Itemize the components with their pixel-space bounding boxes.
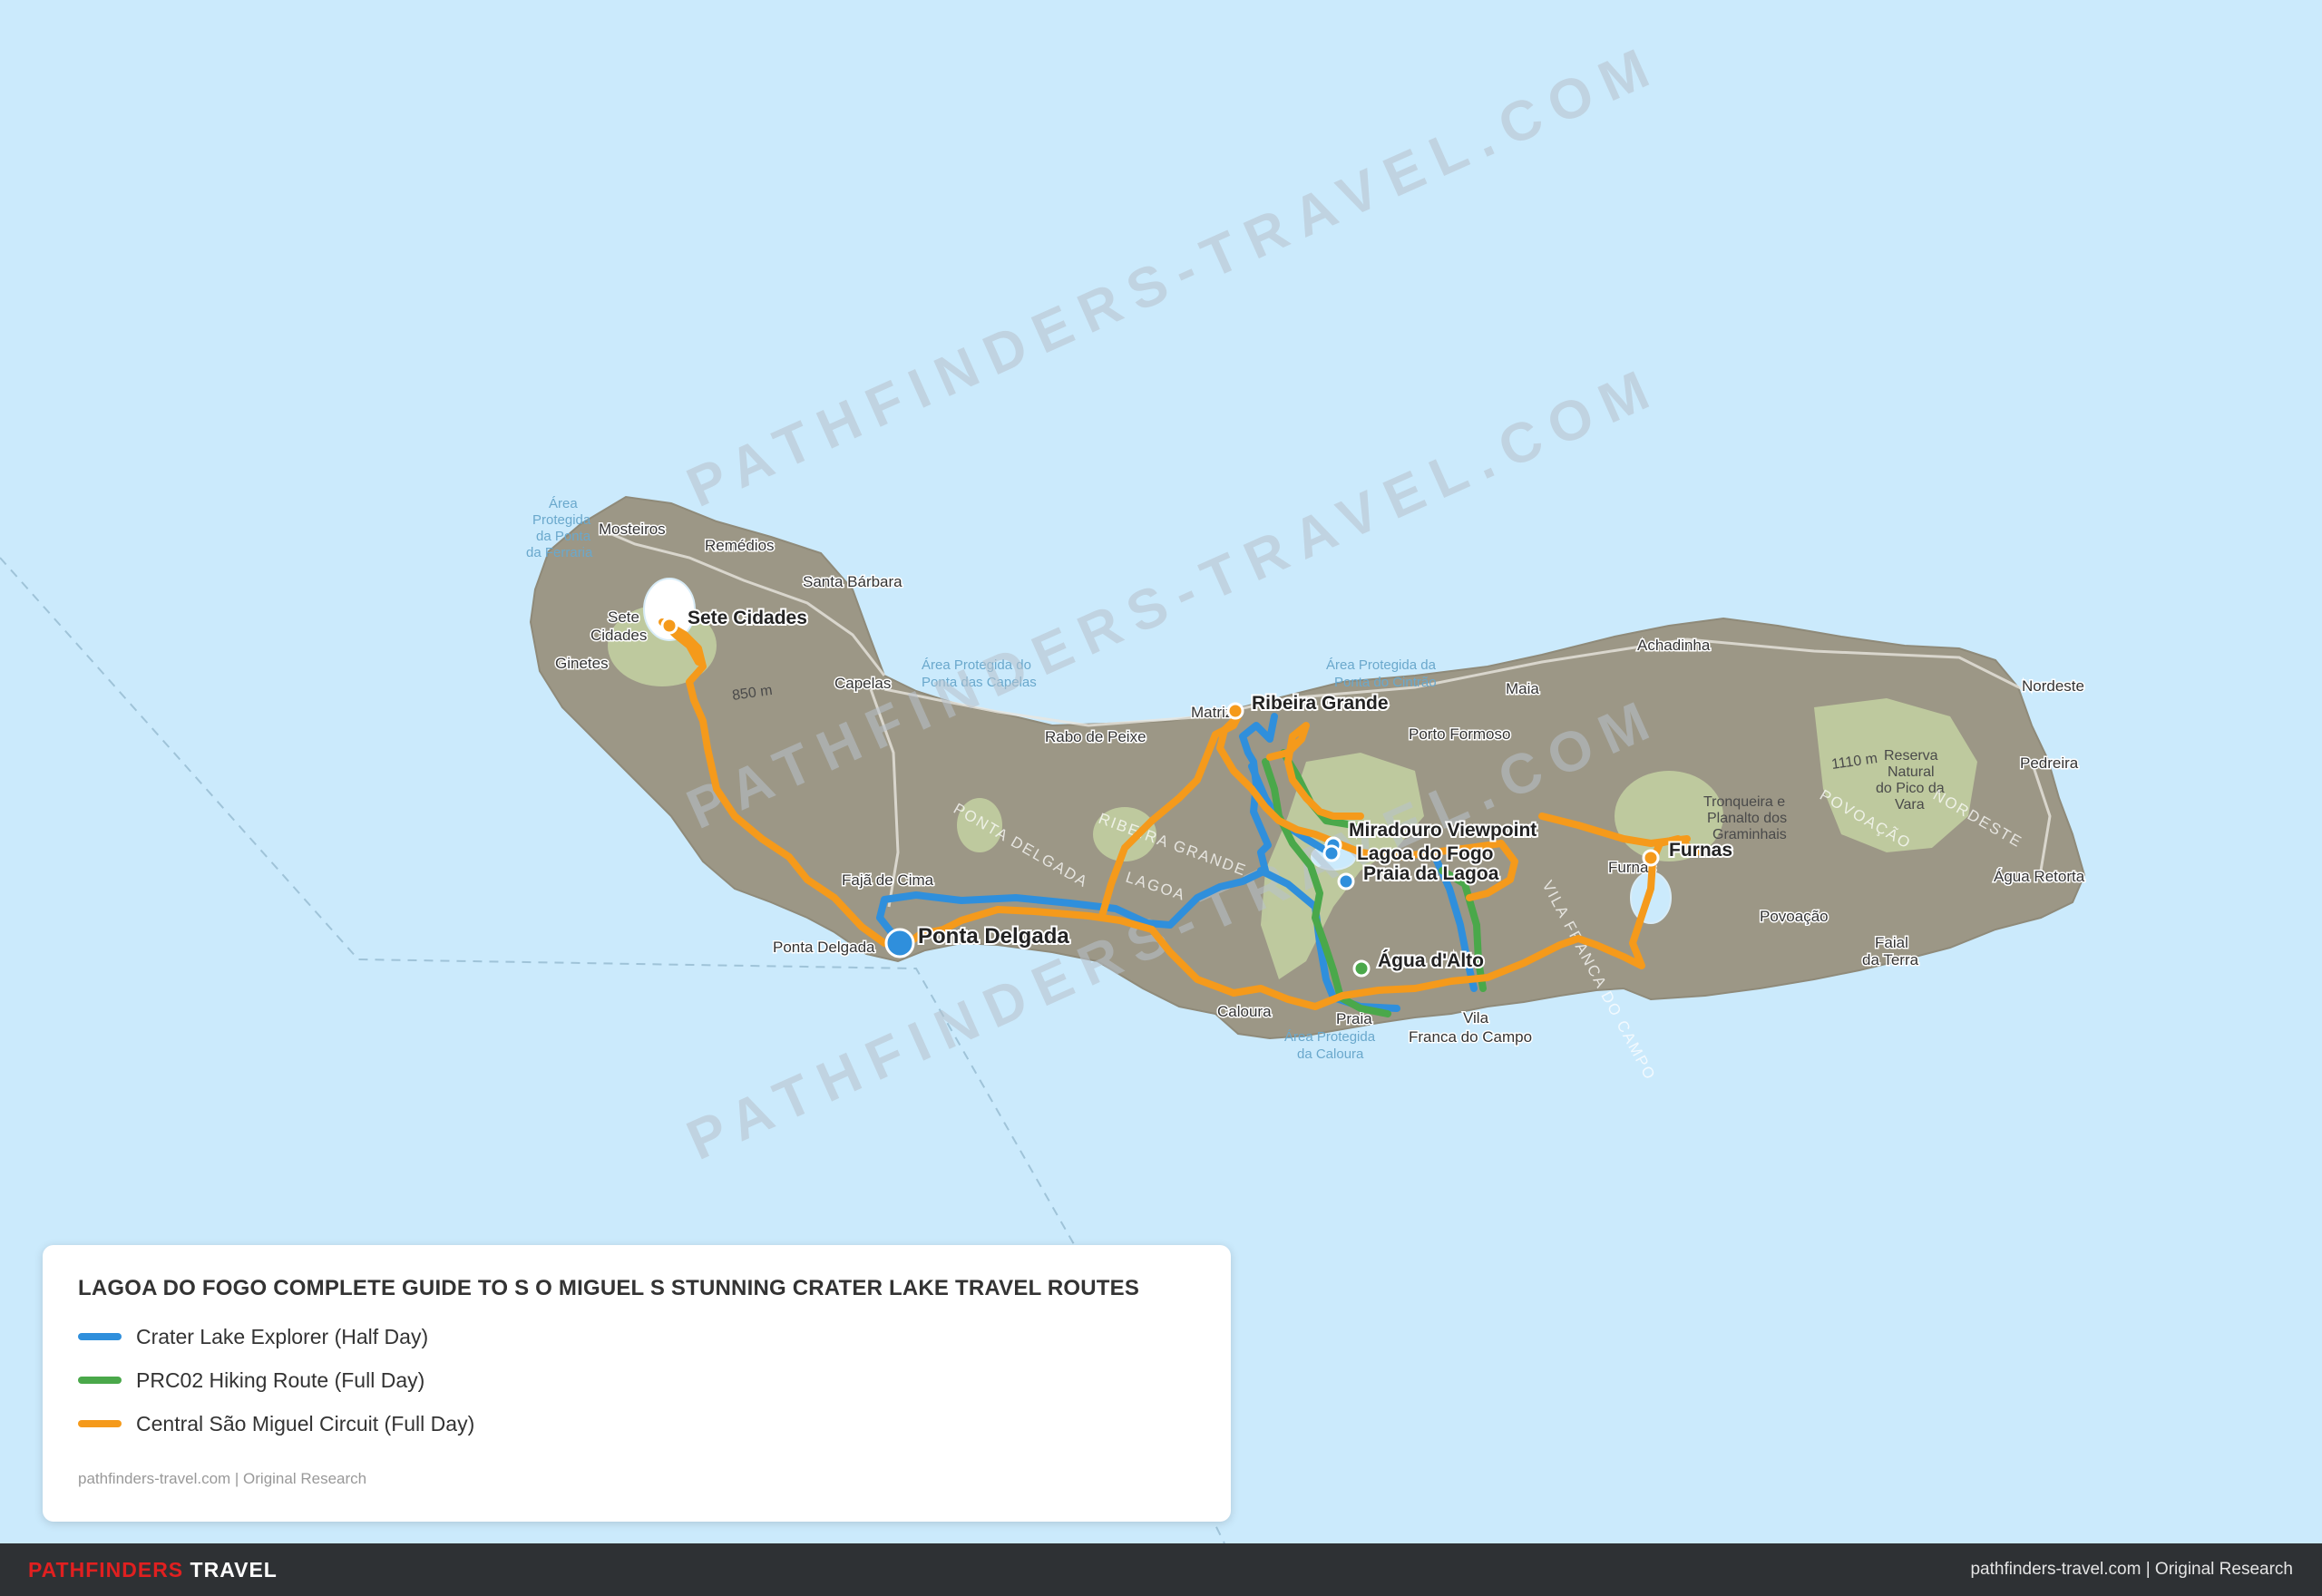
stop-marker[interactable] [660,617,678,635]
legend-swatch-green [78,1377,122,1384]
legend-item-crater-lake-explorer[interactable]: Crater Lake Explorer (Half Day) [78,1322,428,1351]
basemap-label: Vila [1463,1009,1489,1027]
basemap-label: Protegida [532,512,591,528]
basemap-label: Santa Bárbara [803,573,902,590]
basemap-label: Matriz [1191,704,1233,721]
basemap-label: Faial [1875,934,1908,951]
basemap-label: da Ferraria [526,545,593,560]
basemap-label: da Ponta [536,529,591,544]
brand-word-white: TRAVEL [190,1558,278,1581]
basemap-label: Área Protegida [1284,1029,1376,1045]
legend: LAGOA DO FOGO COMPLETE GUIDE TO S O MIGU… [43,1245,1231,1522]
legend-source: pathfinders-travel.com | Original Resear… [78,1470,367,1487]
stop-label: Lagoa do Fogo [1357,843,1493,864]
legend-label: Central São Miguel Circuit (Full Day) [136,1411,475,1435]
basemap-label: Cidades [590,627,647,644]
legend-title: LAGOA DO FOGO COMPLETE GUIDE TO S O MIGU… [78,1276,1140,1300]
footer-credit: pathfinders-travel.com | Original Resear… [1970,1560,2293,1579]
basemap-label: Água Retorta [1994,868,2085,885]
basemap-label: Capelas [834,675,891,692]
stop-label: Furnas [1669,840,1732,861]
legend-item-central-circuit[interactable]: Central São Miguel Circuit (Full Day) [78,1409,474,1438]
stop-marker[interactable] [1352,959,1371,978]
basemap-label: Rabo de Peixe [1045,728,1146,745]
basemap-label: Sete [608,608,639,626]
legend-label: PRC02 Hiking Route (Full Day) [136,1367,425,1392]
basemap-label: Maia [1506,680,1539,697]
basemap-label: Remédios [705,537,775,554]
basemap-label: Caloura [1217,1003,1272,1020]
brand-logo[interactable]: PATHFINDERS TRAVEL [28,1558,278,1582]
stop-marker[interactable] [1337,872,1355,890]
basemap-label: Área Protegida da [1326,657,1437,673]
basemap-label: Natural [1888,764,1935,780]
stop-marker[interactable] [1642,849,1660,867]
basemap-label: Planalto dos [1707,811,1787,826]
basemap-label: Ponta Delgada [773,939,875,956]
stop-label: Praia da Lagoa [1363,863,1499,884]
basemap-label: Franca do Campo [1409,1028,1532,1046]
stop-marker[interactable] [1226,702,1244,720]
basemap-label: Pedreira [2020,754,2079,772]
basemap-label: Vara [1895,797,1925,813]
basemap-label: Nordeste [2022,677,2084,695]
basemap-label: da Terra [1862,951,1919,968]
brand-word-red: PATHFINDERS [28,1558,184,1581]
basemap-label: Mosteiros [599,521,666,538]
basemap-label: Porto Formoso [1409,725,1510,743]
stop-marker[interactable] [884,928,915,959]
basemap-label: Ginetes [555,655,609,672]
basemap-label: Tronqueira e [1703,794,1785,810]
stop-label: Água d'Alto [1378,950,1484,971]
legend-swatch-blue [78,1333,122,1340]
basemap-label: Ponta do Cintrão [1334,675,1437,690]
stop-label: Sete Cidades [688,608,807,628]
stop-label: Ribeira Grande [1252,693,1389,714]
basemap-label: Povoação [1760,908,1829,925]
basemap-label: Fajã de Cima [842,871,934,889]
stop-marker[interactable] [1322,844,1341,862]
basemap-label: Achadinha [1637,637,1711,654]
legend-swatch-orange [78,1420,122,1427]
basemap-label: da Caloura [1297,1046,1364,1062]
stop-label: Miradouro Viewpoint [1349,820,1537,841]
basemap-label: Área [549,496,578,511]
legend-label: Crater Lake Explorer (Half Day) [136,1324,429,1348]
legend-item-prc02-hiking[interactable]: PRC02 Hiking Route (Full Day) [78,1366,424,1395]
footer-bar: PATHFINDERS TRAVEL pathfinders-travel.co… [0,1543,2322,1596]
basemap-label: Reserva [1884,748,1938,764]
stop-label: Ponta Delgada [918,924,1069,949]
